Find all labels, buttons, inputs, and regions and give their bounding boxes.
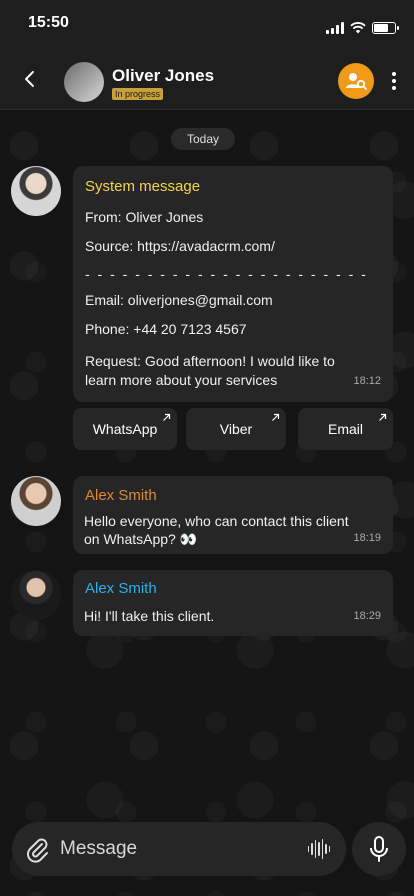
message-bubble: Alex Smith Hi! I'll take this client. 18… [73,570,393,636]
arrow-up-right-icon [272,413,280,421]
message-bubble: Alex Smith Hello everyone, who can conta… [73,476,393,554]
avatar[interactable] [11,166,61,216]
assign-user-button[interactable] [338,63,374,99]
signal-icon [326,22,344,34]
more-options-button[interactable] [386,70,402,92]
message-composer [12,822,346,876]
system-source: Source: https://avadacrm.com/ [85,238,275,254]
whatsapp-button[interactable]: WhatsApp [73,408,177,450]
back-button[interactable] [18,68,40,90]
system-from: From: Oliver Jones [85,209,204,225]
wifi-icon [350,22,366,34]
avatar[interactable] [11,570,61,620]
message-time: 18:19 [353,532,381,544]
viber-button-label: Viber [219,421,253,437]
email-button-label: Email [327,421,363,437]
message-time: 18:29 [353,610,381,622]
status-badge: In progress [112,88,164,100]
message-input[interactable] [60,835,290,863]
user-search-icon [346,73,367,90]
status-icons [326,22,399,34]
status-bar: 15:50 [0,0,414,48]
email-button[interactable]: Email [298,408,393,450]
message-text: Hi! I'll take this client. [84,608,215,624]
message-text: Hello everyone, who can contact this cli… [84,513,349,547]
battery-icon [372,22,399,34]
arrow-up-right-icon [163,413,171,421]
system-request: Request: Good afternoon! I would like to… [85,353,335,388]
whatsapp-button-label: WhatsApp [92,421,158,437]
more-vertical-icon [392,72,396,76]
system-message-bubble: System message From: Oliver Jones Source… [73,166,393,402]
chat-header: Oliver Jones In progress [0,48,414,110]
paperclip-icon [27,838,48,863]
arrow-up-right-icon [379,413,387,421]
message-time: 18:12 [353,375,381,387]
chevron-left-icon [25,71,34,87]
message-sender: Alex Smith [85,580,157,597]
status-time: 15:50 [28,14,69,31]
date-divider: Today [171,128,235,150]
microphone-icon [370,836,388,862]
contact-avatar[interactable] [64,62,104,102]
viber-button[interactable]: Viber [186,408,286,450]
avatar[interactable] [11,476,61,526]
message-sender: Alex Smith [85,487,157,504]
message-sender: System message [85,178,201,195]
microphone-button[interactable] [352,822,406,876]
attach-button[interactable] [24,835,50,863]
contact-name[interactable]: Oliver Jones [112,66,214,86]
system-phone: Phone: +44 20 7123 4567 [85,321,247,337]
system-separator: - - - - - - - - - - - - - - - - - - - - … [85,266,368,282]
system-email: Email: oliverjones@gmail.com [85,292,273,308]
waveform-icon[interactable] [308,839,330,859]
